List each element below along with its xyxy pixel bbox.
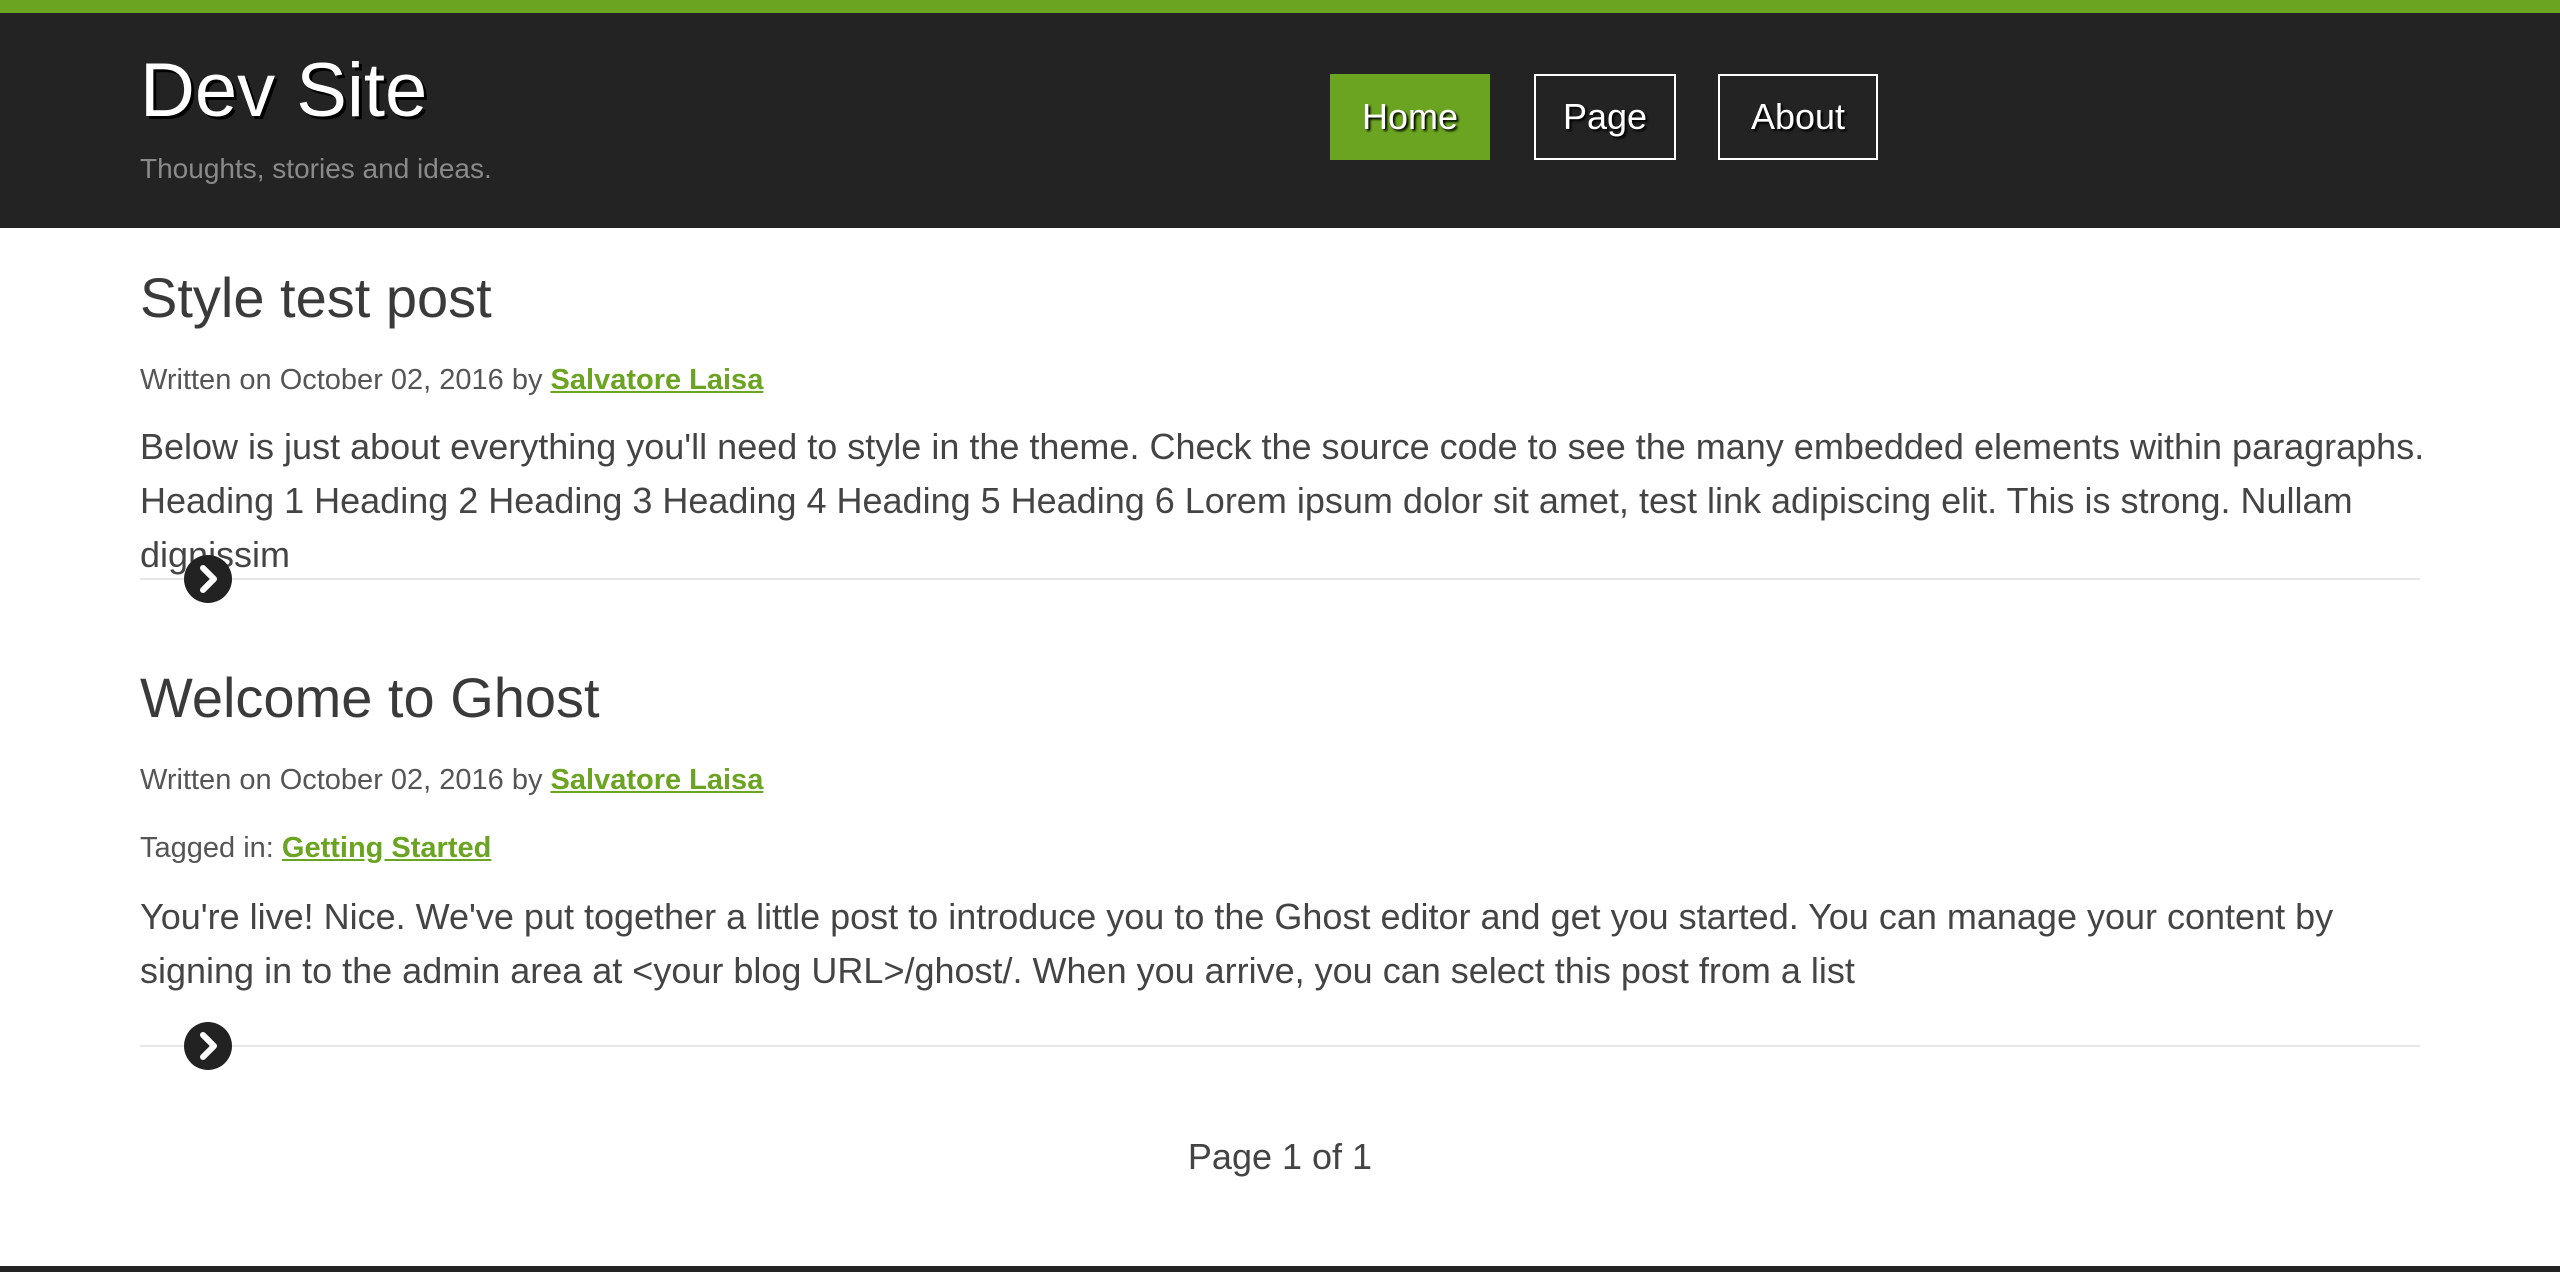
post-title[interactable]: Welcome to Ghost [140, 670, 2420, 726]
nav-item-about[interactable]: About [1718, 74, 1878, 160]
post-meta: Written on October 02, 2016 by Salvatore… [140, 764, 763, 797]
post-excerpt: Below is just about everything you'll ne… [140, 426, 2425, 575]
site-header: Dev Site Thoughts, stories and ideas. Ho… [0, 13, 2560, 228]
post-excerpt: You're live! Nice. We've put together a … [140, 896, 2334, 991]
author-link[interactable]: Salvatore Laisa [551, 764, 764, 796]
author-link[interactable]: Salvatore Laisa [551, 364, 764, 396]
post-item: Welcome to Ghost Written on October 02, … [140, 670, 2420, 1070]
post-title[interactable]: Style test post [140, 270, 2420, 326]
post-tags: Tagged in: Getting Started [140, 832, 491, 865]
pagination: Page 1 of 1 [1187, 1136, 1373, 1177]
post-divider [140, 1045, 2420, 1047]
footer-border [0, 1266, 2560, 1272]
post-tags-label: Tagged in: [140, 832, 282, 864]
read-more-button[interactable] [184, 1022, 232, 1070]
chevron-right-icon [200, 1032, 217, 1060]
tag-link[interactable]: Getting Started [282, 832, 491, 864]
read-more-button[interactable] [184, 555, 232, 603]
post-meta-text: Written on October 02, 2016 by [140, 364, 551, 396]
post-meta-text: Written on October 02, 2016 by [140, 764, 551, 796]
post-divider [140, 578, 2420, 580]
nav-item-page[interactable]: Page [1534, 74, 1676, 160]
site-tagline: Thoughts, stories and ideas. [140, 153, 492, 184]
site-title[interactable]: Dev Site [140, 53, 427, 129]
nav-item-home[interactable]: Home [1330, 74, 1490, 160]
post-meta: Written on October 02, 2016 by Salvatore… [140, 364, 763, 397]
accent-top-bar [0, 0, 2560, 13]
post-item: Style test post Written on October 02, 2… [140, 270, 2424, 603]
chevron-right-icon [200, 565, 217, 593]
